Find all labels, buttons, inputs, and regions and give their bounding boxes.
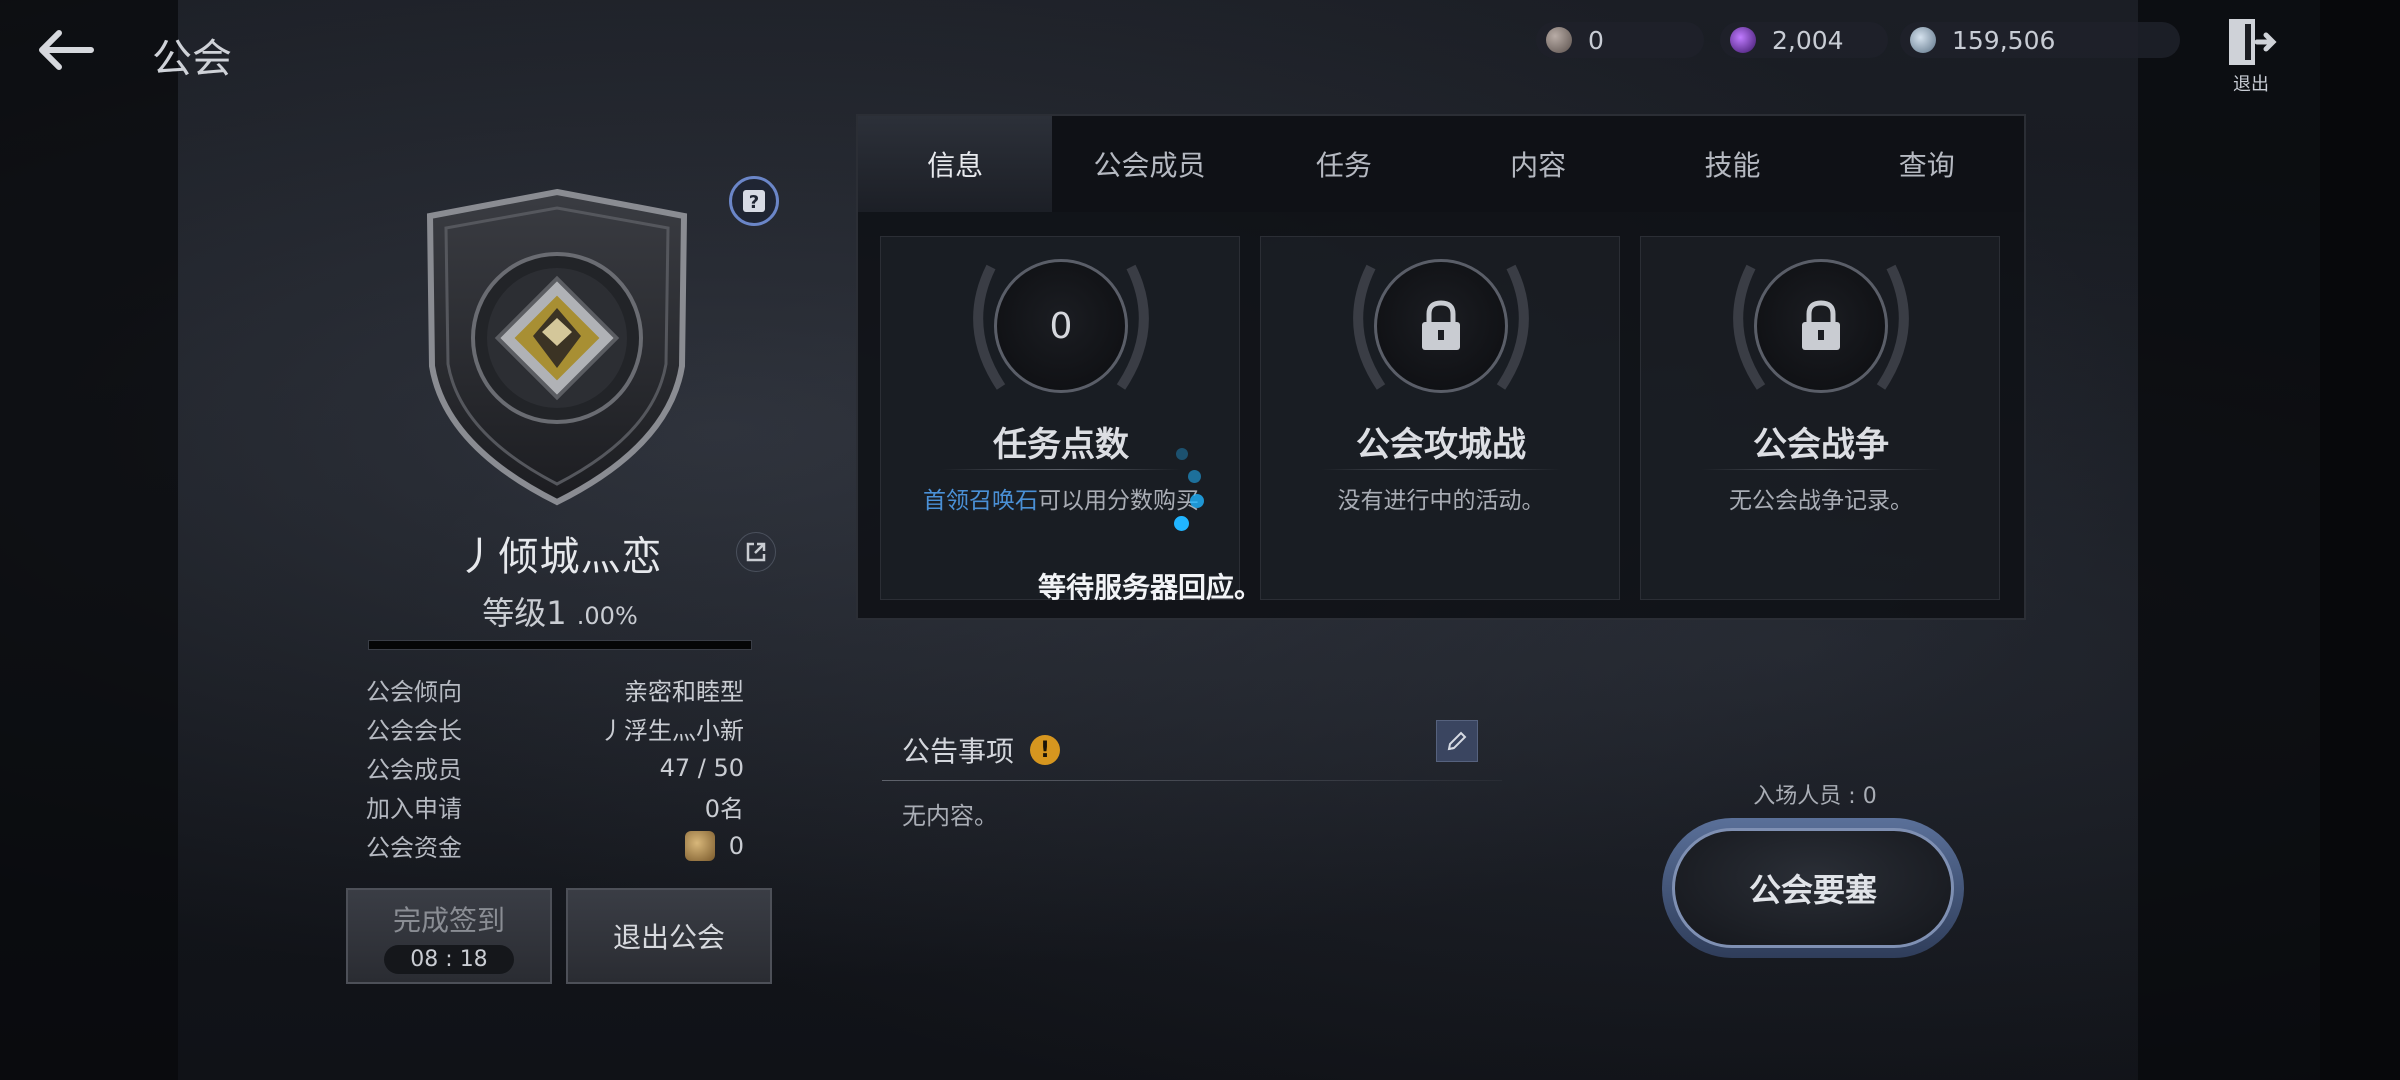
back-arrow-icon	[39, 30, 94, 70]
lock-icon	[1802, 300, 1840, 350]
guild-stats: 公会倾向 亲密和睦型 公会会长 丿浮生灬小新 公会成员 47 / 50 加入申请…	[366, 670, 744, 865]
card-divider	[1321, 469, 1561, 470]
purple-gem-icon	[1730, 27, 1756, 53]
guild-funds-value: 0	[728, 831, 744, 860]
orb-icon	[1546, 27, 1572, 53]
quest-points-medal: 0	[994, 259, 1128, 393]
currency-orb: 0	[1536, 22, 1704, 58]
checkin-label: 完成签到	[392, 903, 505, 937]
card-description: 没有进行中的活动。	[1337, 488, 1545, 514]
help-button[interactable]: ?	[729, 176, 779, 226]
leave-guild-label: 退出公会	[612, 921, 725, 954]
boss-summon-stone-link[interactable]: 首领召唤石	[923, 488, 1038, 514]
card-description: 无公会战争记录。	[1729, 488, 1913, 514]
page-title: 公会	[152, 36, 232, 82]
svg-text:?: ?	[749, 192, 759, 213]
guild-level-progress-bar	[368, 640, 752, 650]
stat-row-tendency: 公会倾向 亲密和睦型	[366, 670, 744, 709]
stat-row-funds: 公会资金 0	[366, 826, 744, 865]
currency-gem-value: 2,004	[1772, 25, 1844, 55]
stat-key: 加入申请	[366, 795, 462, 823]
exit-label: 退出	[2233, 74, 2269, 95]
card-divider	[941, 469, 1181, 470]
warning-icon[interactable]: !	[1030, 735, 1061, 765]
exit-button[interactable]: 退出	[2222, 16, 2280, 96]
guild-info-panel: 信息 公会成员 任务 内容 技能 查询 0 任务点数 首领召唤石可以用分数购买	[856, 114, 2026, 620]
currency-purple-gem: 2,004	[1720, 22, 1888, 58]
share-button[interactable]	[736, 532, 776, 572]
tab-bar: 信息 公会成员 任务 内容 技能 查询	[858, 116, 2024, 212]
tab-members[interactable]: 公会成员	[1052, 116, 1246, 212]
stat-row-members: 公会成员 47 / 50	[366, 748, 744, 787]
siege-war-medal	[1374, 259, 1508, 393]
loading-spinner	[1160, 444, 1220, 534]
checkin-button[interactable]: 完成签到 08 : 18	[346, 888, 552, 984]
currency-coin-value: 159,506	[1952, 25, 2056, 55]
stat-value: 丿浮生灬小新	[600, 717, 744, 745]
tab-quests[interactable]: 任务	[1247, 116, 1441, 212]
guild-level-label: 等级1	[482, 594, 567, 632]
guild-level-percent: .00%	[576, 602, 638, 630]
notice-title: 公告事项	[902, 735, 1015, 768]
silver-coin-icon	[1910, 27, 1936, 53]
card-guild-war[interactable]: 公会战争 无公会战争记录。	[1640, 236, 2000, 600]
guild-war-medal	[1754, 259, 1888, 393]
pencil-icon	[1447, 731, 1467, 751]
share-icon	[746, 542, 766, 562]
guild-funds-coin-icon	[684, 830, 715, 861]
edit-notice-button[interactable]	[1436, 720, 1478, 762]
tab-skills[interactable]: 技能	[1635, 116, 1829, 212]
stat-key: 公会会长	[366, 717, 462, 745]
stat-value: 0	[684, 830, 744, 861]
stat-key: 公会倾向	[366, 678, 462, 706]
tab-search[interactable]: 查询	[1830, 116, 2024, 212]
fortress-entry-count: 入场人员 : 0	[1753, 784, 1877, 809]
stat-key: 公会成员	[366, 756, 462, 784]
currency-silver-coin: 159,506	[1900, 22, 2180, 58]
lock-icon	[1422, 300, 1460, 350]
card-divider	[1701, 469, 1941, 470]
tab-content[interactable]: 内容	[1441, 116, 1635, 212]
guild-level: 等级1 .00%	[340, 588, 780, 634]
stat-value: 47 / 50	[659, 753, 744, 782]
tab-info[interactable]: 信息	[858, 116, 1053, 212]
stat-value: 0名	[704, 795, 744, 823]
help-book-icon: ?	[743, 190, 765, 213]
background-edge-left	[0, 0, 178, 1080]
loading-message: 等待服务器回应。	[1037, 571, 1262, 604]
guild-name: 丿倾城灬恋	[457, 534, 663, 580]
leave-guild-button[interactable]: 退出公会	[566, 888, 772, 984]
stat-row-applications: 加入申请 0名	[366, 787, 744, 826]
exit-door-icon	[2229, 19, 2277, 65]
card-title: 公会战争	[1753, 425, 1889, 465]
back-button[interactable]	[30, 20, 100, 80]
notice-body: 无内容。	[902, 802, 998, 830]
guild-fortress-label: 公会要塞	[1672, 828, 1954, 948]
background-edge-far-right	[2320, 0, 2400, 1080]
notice-header: 公告事项 !	[902, 730, 1061, 770]
stat-key: 公会资金	[366, 834, 462, 862]
checkin-timer: 08 : 18	[384, 944, 514, 974]
stat-row-leader: 公会会长 丿浮生灬小新	[366, 709, 744, 748]
card-quest-points[interactable]: 0 任务点数 首领召唤石可以用分数购买	[880, 236, 1240, 600]
card-siege-war[interactable]: 公会攻城战 没有进行中的活动。	[1260, 236, 1620, 600]
card-title: 公会攻城战	[1356, 425, 1526, 465]
notice-divider	[882, 780, 1502, 781]
currency-orb-value: 0	[1588, 25, 1604, 55]
stat-value: 亲密和睦型	[624, 678, 744, 706]
guild-emblem-shield	[426, 188, 688, 506]
guild-fortress-button[interactable]: 公会要塞	[1662, 818, 1964, 958]
